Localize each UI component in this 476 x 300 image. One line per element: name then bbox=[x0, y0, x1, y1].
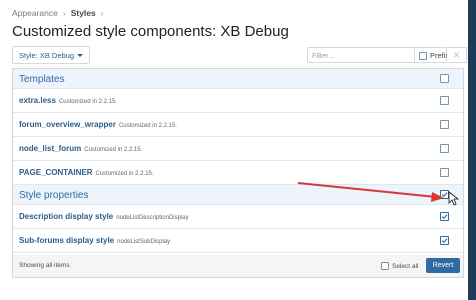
list-item-template: node_list_forum Customized in 2.2.15. bbox=[13, 137, 463, 161]
template-name[interactable]: node_list_forum bbox=[19, 144, 81, 153]
template-link[interactable]: PAGE_CONTAINER Customized in 2.2.15. bbox=[19, 168, 154, 177]
prefix-toggle[interactable]: Prefix bbox=[419, 51, 449, 60]
list-item-style-property: Sub-forums display style nodeListSubDispl… bbox=[13, 229, 463, 253]
breadcrumb-appearance[interactable]: Appearance bbox=[12, 8, 58, 18]
list-item-template: extra.less Customized in 2.2.15. bbox=[13, 89, 463, 113]
item-checkbox[interactable] bbox=[440, 168, 449, 177]
style-property-note: nodeListSubDisplay bbox=[117, 239, 171, 245]
list-footer: Showing all items Select all Revert bbox=[13, 255, 463, 277]
filter-box: Prefix bbox=[307, 47, 449, 63]
check-icon bbox=[441, 214, 448, 220]
section-header-templates: Templates bbox=[13, 69, 463, 89]
item-checkbox[interactable] bbox=[440, 144, 449, 153]
status-text: Showing all items bbox=[19, 262, 70, 269]
filter-divider bbox=[414, 48, 415, 62]
section-title-style-properties: Style properties bbox=[19, 190, 89, 201]
template-note: Customized in 2.2.15. bbox=[84, 147, 143, 153]
style-property-name[interactable]: Description display style bbox=[19, 212, 113, 221]
template-note: Customized in 2.2.15. bbox=[118, 123, 177, 129]
section-title-templates: Templates bbox=[19, 74, 65, 85]
select-all-checkbox[interactable] bbox=[381, 262, 389, 270]
template-link[interactable]: node_list_forum Customized in 2.2.15. bbox=[19, 144, 142, 153]
breadcrumb-separator: › bbox=[100, 8, 104, 18]
section-checkbox-style-properties[interactable] bbox=[440, 190, 449, 199]
revert-button[interactable]: Revert bbox=[426, 258, 460, 273]
page-title: Customized style components: XB Debug bbox=[12, 23, 289, 40]
item-checkbox[interactable] bbox=[440, 236, 449, 245]
item-checkbox[interactable] bbox=[440, 212, 449, 221]
breadcrumb-separator: › bbox=[62, 8, 66, 18]
style-property-note: nodeListDescriptionDisplay bbox=[116, 215, 189, 221]
item-checkbox[interactable] bbox=[440, 120, 449, 129]
caret-down-icon bbox=[77, 53, 84, 57]
select-all-toggle[interactable]: Select all bbox=[381, 262, 418, 270]
section-header-style-properties: Style properties bbox=[13, 185, 463, 205]
item-checkbox[interactable] bbox=[440, 96, 449, 105]
prefix-checkbox[interactable] bbox=[419, 51, 427, 60]
template-link[interactable]: forum_overview_wrapper Customized in 2.2.… bbox=[19, 120, 177, 129]
breadcrumb-styles[interactable]: Styles bbox=[71, 8, 96, 18]
style-selector-label: Style: XB Debug bbox=[19, 50, 75, 60]
revert-label: Revert bbox=[432, 262, 454, 269]
style-property-link[interactable]: Description display style nodeListDescrip… bbox=[19, 212, 189, 221]
list-item-template: forum_overview_wrapper Customized in 2.2.… bbox=[13, 113, 463, 137]
components-list: Templates extra.less Customized in 2.2.15… bbox=[12, 68, 464, 278]
breadcrumb: Appearance › Styles › bbox=[12, 8, 109, 18]
list-item-template: PAGE_CONTAINER Customized in 2.2.15. bbox=[13, 161, 463, 185]
clear-filter-button[interactable]: ✕ bbox=[447, 47, 467, 63]
side-panel-edge bbox=[468, 0, 476, 300]
check-icon bbox=[441, 192, 448, 198]
close-icon: ✕ bbox=[452, 49, 461, 60]
template-name[interactable]: extra.less bbox=[19, 96, 56, 105]
template-name[interactable]: PAGE_CONTAINER bbox=[19, 168, 93, 177]
check-icon bbox=[441, 238, 448, 244]
list-item-style-property: Description display style nodeListDescrip… bbox=[13, 205, 463, 229]
template-note: Customized in 2.2.15. bbox=[95, 171, 154, 177]
template-note: Customized in 2.2.15. bbox=[58, 99, 117, 105]
filter-input[interactable] bbox=[312, 49, 400, 61]
template-link[interactable]: extra.less Customized in 2.2.15. bbox=[19, 96, 117, 105]
template-name[interactable]: forum_overview_wrapper bbox=[19, 120, 116, 129]
style-selector-button[interactable]: Style: XB Debug bbox=[12, 46, 91, 64]
style-property-link[interactable]: Sub-forums display style nodeListSubDispl… bbox=[19, 236, 170, 245]
style-property-name[interactable]: Sub-forums display style bbox=[19, 236, 114, 245]
select-all-label: Select all bbox=[392, 262, 419, 270]
section-checkbox-templates[interactable] bbox=[440, 74, 449, 83]
